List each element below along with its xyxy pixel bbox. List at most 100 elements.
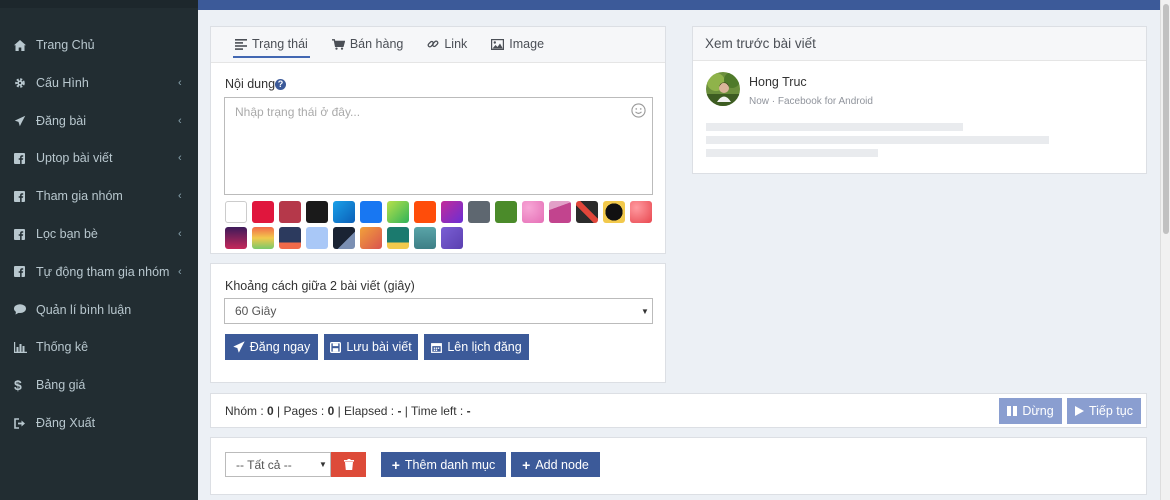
- sidebar: Trang Chủ Cấu Hình ‹ Đăng bài ‹ Uptop bài viế…: [0, 0, 198, 500]
- sidebar-item-label: Trang Chủ: [36, 38, 95, 52]
- sidebar-item-label: Quản lí bình luận: [36, 302, 132, 317]
- background-swatch[interactable]: [495, 201, 517, 223]
- background-swatch[interactable]: [468, 201, 490, 223]
- sidebar-item-label: Đăng Xuất: [36, 416, 96, 430]
- elapsed-value: -: [397, 404, 402, 418]
- link-icon: [427, 38, 439, 50]
- background-swatch[interactable]: [630, 201, 652, 223]
- continue-label: Tiếp tục: [1088, 404, 1133, 418]
- sidebar-item[interactable]: Uptop bài viết ‹: [0, 140, 198, 176]
- progress-stats: Nhóm : 0 | Pages : 0 | Elapsed : - | Tim…: [225, 404, 471, 418]
- skeleton-line: [706, 123, 963, 131]
- pause-icon: [1007, 406, 1018, 416]
- home-icon: [14, 39, 36, 51]
- sidebar-item[interactable]: Đăng bài ‹: [0, 103, 198, 139]
- stop-label: Dừng: [1022, 404, 1054, 418]
- background-swatch[interactable]: [441, 201, 463, 223]
- save-icon: [330, 341, 342, 353]
- background-swatch[interactable]: [414, 227, 436, 249]
- sidebar-item-label: Bảng giá: [36, 378, 86, 393]
- delete-category-button[interactable]: [331, 452, 366, 477]
- sidebar-item-label: Tham gia nhóm: [36, 189, 123, 204]
- sidebar-item[interactable]: Trang Chủ: [0, 27, 198, 63]
- background-swatch[interactable]: [576, 201, 598, 223]
- tab-link[interactable]: Link: [427, 26, 467, 62]
- background-swatch[interactable]: [225, 201, 247, 223]
- emoji-icon[interactable]: [631, 103, 646, 121]
- background-swatch[interactable]: [279, 227, 301, 249]
- background-swatch[interactable]: [549, 201, 571, 223]
- background-swatch[interactable]: [279, 201, 301, 223]
- sidebar-item[interactable]: Đăng Xuất: [0, 405, 198, 441]
- skeleton-line: [706, 136, 1049, 144]
- tab-align-left[interactable]: Trạng thái: [233, 26, 310, 62]
- preview-title: Xem trước bài viết: [693, 27, 1146, 61]
- category-filter-select[interactable]: -- Tất cả --: [225, 452, 331, 477]
- background-swatch[interactable]: [306, 227, 328, 249]
- background-swatch[interactable]: [360, 227, 382, 249]
- background-swatch[interactable]: [387, 201, 409, 223]
- facebook-square-icon: [14, 228, 36, 240]
- chevron-left-icon: ‹: [178, 152, 182, 165]
- background-swatch[interactable]: [333, 227, 355, 249]
- schedule-button[interactable]: Lên lịch đăng: [424, 334, 529, 360]
- plus-icon: +: [391, 456, 400, 473]
- chevron-left-icon: ‹: [178, 76, 182, 89]
- add-node-button[interactable]: + Add node: [511, 452, 600, 477]
- stop-button[interactable]: Dừng: [999, 398, 1062, 424]
- pages-count: 0: [327, 404, 335, 418]
- sidebar-item[interactable]: Lọc bạn bè ‹: [0, 216, 198, 252]
- post-settings-panel: Khoảng cách giữa 2 bài viết (giây) 60 Gi…: [210, 263, 666, 383]
- background-swatch[interactable]: [387, 227, 409, 249]
- sidebar-item[interactable]: Tự động tham gia nhóm ‹: [0, 254, 198, 290]
- interval-label: Khoảng cách giữa 2 bài viết (giây): [225, 279, 415, 293]
- background-swatch[interactable]: [252, 227, 274, 249]
- sidebar-item[interactable]: Tham gia nhóm ‹: [0, 178, 198, 214]
- sidebar-item[interactable]: Thống kê: [0, 329, 198, 365]
- page-scrollbar[interactable]: [1160, 0, 1170, 500]
- sidebar-item[interactable]: Cấu Hình ‹: [0, 65, 198, 101]
- save-post-label: Lưu bài viết: [346, 340, 412, 354]
- content-label-row: Nội dung?: [225, 77, 287, 91]
- time-left-label: Time left: [411, 404, 457, 418]
- paper-plane-icon: [233, 341, 245, 353]
- background-swatch[interactable]: [603, 201, 625, 223]
- composer-panel: Trạng thái Bán hàng Link Image Nội dung?: [210, 26, 666, 254]
- sign-out-icon: [14, 417, 36, 429]
- tab-cart[interactable]: Bán hàng: [331, 26, 403, 62]
- save-post-button[interactable]: Lưu bài viết: [324, 334, 418, 360]
- background-swatch[interactable]: [360, 201, 382, 223]
- background-swatch[interactable]: [441, 227, 463, 249]
- sidebar-item-label: Tự động tham gia nhóm: [36, 264, 170, 279]
- gear-icon: [14, 77, 36, 89]
- facebook-square-icon: [14, 152, 36, 164]
- facebook-square-icon: [14, 266, 36, 278]
- post-preview-panel: Xem trước bài viết Hong Truc Now · Faceb…: [692, 26, 1147, 174]
- background-swatch[interactable]: [306, 201, 328, 223]
- sidebar-item[interactable]: Quản lí bình luận: [0, 292, 198, 328]
- post-now-label: Đăng ngay: [249, 340, 311, 354]
- add-category-label: Thêm danh mục: [404, 457, 496, 472]
- facebook-square-icon: [14, 190, 36, 202]
- scrollbar-thumb[interactable]: [1163, 4, 1169, 234]
- tab-label: Trạng thái: [252, 37, 308, 51]
- background-swatch[interactable]: [333, 201, 355, 223]
- continue-button[interactable]: Tiếp tục: [1067, 398, 1141, 424]
- plus-icon: +: [522, 456, 531, 473]
- chevron-left-icon: ‹: [178, 265, 182, 278]
- add-category-button[interactable]: + Thêm danh mục: [381, 452, 506, 477]
- interval-select[interactable]: 60 Giây: [224, 298, 653, 324]
- background-swatch[interactable]: [522, 201, 544, 223]
- status-textarea[interactable]: [224, 97, 653, 195]
- groups-label: Nhóm: [225, 404, 258, 418]
- align-left-icon: [235, 38, 247, 50]
- help-icon[interactable]: ?: [275, 79, 287, 90]
- dollar-icon: $: [14, 377, 22, 394]
- background-swatch[interactable]: [414, 201, 436, 223]
- background-swatch[interactable]: [225, 227, 247, 249]
- sidebar-item[interactable]: $ Bảng giá: [0, 367, 198, 403]
- tab-image[interactable]: Image: [491, 26, 544, 62]
- background-swatch[interactable]: [252, 201, 274, 223]
- post-now-button[interactable]: Đăng ngay: [225, 334, 318, 360]
- cart-icon: [331, 38, 345, 50]
